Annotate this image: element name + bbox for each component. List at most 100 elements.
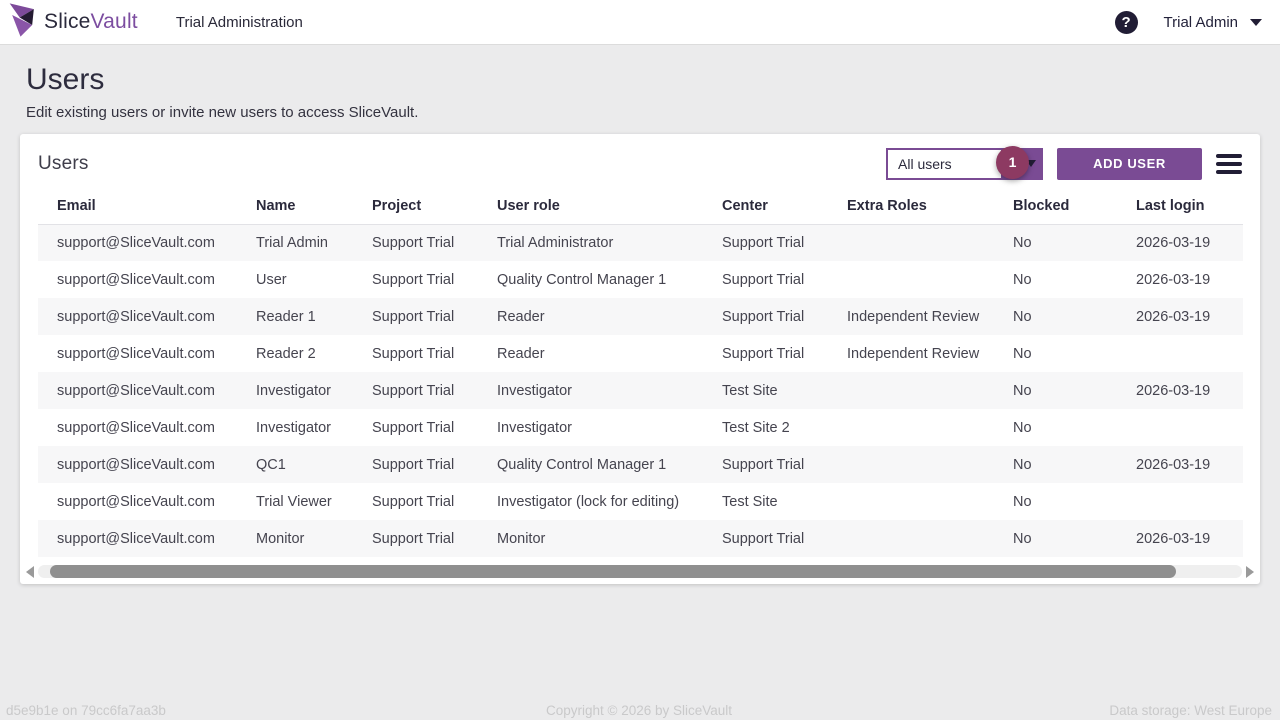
table-cell: Support Trial (353, 483, 478, 520)
table-cell: Trial Admin (237, 224, 353, 261)
table-cell: User (237, 261, 353, 298)
table-cell: Support Trial (703, 446, 828, 483)
table-cell: Support Trial (703, 520, 828, 557)
add-user-button[interactable]: ADD USER (1057, 148, 1202, 180)
filter-badge: 1 (996, 146, 1029, 179)
col-header-extra-roles: Extra Roles (828, 192, 994, 225)
user-filter-value: All users (888, 156, 952, 172)
table-row[interactable]: support@SliceVault.comQC1Support TrialQu… (38, 446, 1243, 483)
table-cell: 2026-03-19 (1117, 520, 1243, 557)
top-bar: SliceVault Trial Administration ? Trial … (0, 0, 1280, 45)
table-cell: No (994, 261, 1117, 298)
table-cell: Test Site (703, 372, 828, 409)
table-cell (1117, 409, 1243, 446)
table-row[interactable]: support@SliceVault.comMonitorSupport Tri… (38, 520, 1243, 557)
table-cell (828, 409, 994, 446)
table-row[interactable]: support@SliceVault.comTrial ViewerSuppor… (38, 483, 1243, 520)
table-cell: Investigator (lock for editing) (478, 483, 703, 520)
users-card: Users All users 1 ADD USER Email (20, 134, 1260, 585)
table-cell: No (994, 409, 1117, 446)
table-cell: Reader (478, 335, 703, 372)
table-cell: No (994, 446, 1117, 483)
table-cell: Support Trial (703, 261, 828, 298)
users-table-wrap: Email Name Project User role Center Extr… (20, 192, 1260, 558)
table-header-row: Email Name Project User role Center Extr… (38, 192, 1243, 225)
slicevault-logo[interactable]: SliceVault (8, 3, 138, 42)
user-menu[interactable]: Trial Admin (1164, 14, 1262, 31)
table-cell: No (994, 372, 1117, 409)
table-cell: No (994, 298, 1117, 335)
table-cell: Monitor (237, 520, 353, 557)
table-cell (828, 483, 994, 520)
table-cell: Investigator (478, 409, 703, 446)
table-cell: Support Trial (353, 335, 478, 372)
table-cell: Support Trial (353, 224, 478, 261)
logo-text-vault: Vault (91, 10, 138, 33)
scroll-left-icon[interactable] (26, 566, 34, 578)
page-footer: d5e9b1e on 79cc6fa7aa3b Copyright © 2026… (0, 703, 1280, 720)
users-card-header: Users All users 1 ADD USER (20, 134, 1260, 192)
users-card-title: Users (38, 153, 89, 175)
col-header-project: Project (353, 192, 478, 225)
scroll-right-icon[interactable] (1246, 566, 1254, 578)
table-cell: 2026-03-19 (1117, 446, 1243, 483)
table-cell: Test Site 2 (703, 409, 828, 446)
footer-copyright: Copyright © 2026 by SliceVault (546, 703, 732, 718)
menu-icon[interactable] (1216, 152, 1242, 176)
table-cell: Support Trial (353, 372, 478, 409)
table-cell: Trial Administrator (478, 224, 703, 261)
user-filter-select[interactable]: All users 1 (886, 148, 1043, 180)
table-cell: Support Trial (353, 446, 478, 483)
section-title: Trial Administration (176, 14, 303, 31)
logo-text-slice: Slice (44, 10, 91, 33)
col-header-name: Name (237, 192, 353, 225)
table-cell: Reader (478, 298, 703, 335)
chevron-down-icon (1250, 19, 1262, 26)
table-cell: Reader 1 (237, 298, 353, 335)
slicevault-logo-icon (8, 3, 38, 42)
scrollbar-track[interactable] (38, 565, 1242, 578)
table-cell: Independent Review (828, 298, 994, 335)
col-header-last-login: Last login (1117, 192, 1243, 225)
table-cell: Independent Review (828, 335, 994, 372)
table-row[interactable]: support@SliceVault.comInvestigatorSuppor… (38, 409, 1243, 446)
table-row[interactable]: support@SliceVault.comReader 1Support Tr… (38, 298, 1243, 335)
table-cell: support@SliceVault.com (38, 298, 237, 335)
help-icon[interactable]: ? (1115, 11, 1138, 34)
table-cell (1117, 335, 1243, 372)
horizontal-scrollbar[interactable] (20, 557, 1260, 584)
table-cell: 2026-03-19 (1117, 372, 1243, 409)
col-header-user-role: User role (478, 192, 703, 225)
table-cell (828, 520, 994, 557)
table-cell: support@SliceVault.com (38, 335, 237, 372)
table-cell (828, 261, 994, 298)
table-cell: 2026-03-19 (1117, 224, 1243, 261)
table-cell: Investigator (237, 409, 353, 446)
footer-build-info: d5e9b1e on 79cc6fa7aa3b (6, 703, 166, 718)
users-table: Email Name Project User role Center Extr… (38, 192, 1243, 558)
table-row[interactable]: support@SliceVault.comReader 2Support Tr… (38, 335, 1243, 372)
col-header-center: Center (703, 192, 828, 225)
table-cell: Trial Viewer (237, 483, 353, 520)
table-cell: No (994, 224, 1117, 261)
footer-data-storage: Data storage: West Europe (1109, 703, 1272, 718)
logo-text: SliceVault (44, 10, 138, 34)
table-cell: Support Trial (703, 335, 828, 372)
table-cell: 2026-03-19 (1117, 298, 1243, 335)
table-cell: Reader 2 (237, 335, 353, 372)
table-cell: Support Trial (353, 409, 478, 446)
table-cell: No (994, 483, 1117, 520)
table-row[interactable]: support@SliceVault.comTrial AdminSupport… (38, 224, 1243, 261)
scrollbar-thumb[interactable] (50, 565, 1176, 578)
page-title: Users (26, 63, 1254, 98)
table-cell: Support Trial (353, 520, 478, 557)
table-cell (828, 224, 994, 261)
table-cell: support@SliceVault.com (38, 409, 237, 446)
table-cell: Monitor (478, 520, 703, 557)
table-row[interactable]: support@SliceVault.comInvestigatorSuppor… (38, 372, 1243, 409)
table-row[interactable]: support@SliceVault.comUserSupport TrialQ… (38, 261, 1243, 298)
table-cell: Investigator (478, 372, 703, 409)
table-cell: Quality Control Manager 1 (478, 261, 703, 298)
table-cell: No (994, 520, 1117, 557)
col-header-email: Email (38, 192, 237, 225)
